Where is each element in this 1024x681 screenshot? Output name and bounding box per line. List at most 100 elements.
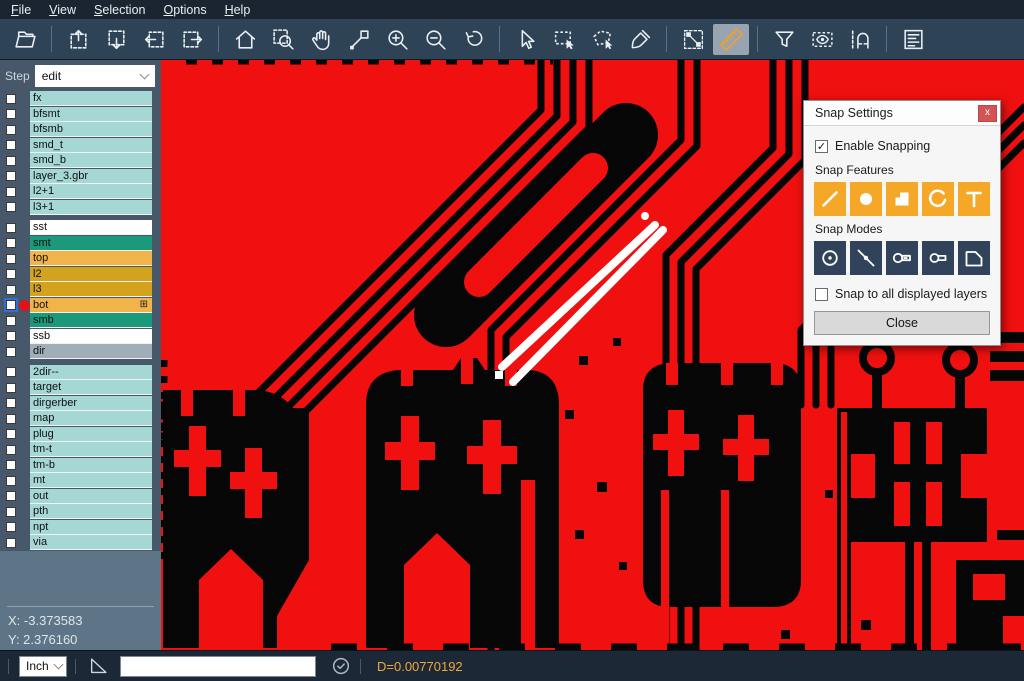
key-slot-filled-icon[interactable] bbox=[886, 241, 918, 275]
layer-name[interactable]: bot bbox=[30, 298, 152, 313]
snap-magnet-icon[interactable] bbox=[842, 24, 878, 55]
arc-icon[interactable] bbox=[922, 182, 954, 216]
clear-highlight-icon[interactable] bbox=[622, 24, 658, 55]
pan-up-icon[interactable] bbox=[60, 24, 96, 55]
enable-snapping-row[interactable]: Enable Snapping bbox=[815, 139, 990, 153]
layer-visibility-checkbox[interactable] bbox=[6, 331, 16, 341]
pad-icon[interactable] bbox=[850, 182, 882, 216]
pan-right-icon[interactable] bbox=[174, 24, 210, 55]
close-icon[interactable]: x bbox=[978, 105, 997, 122]
surface-icon[interactable] bbox=[886, 182, 918, 216]
layer-name[interactable]: smb bbox=[30, 313, 152, 328]
layer-visibility-checkbox[interactable] bbox=[6, 522, 16, 532]
angle-tool-icon[interactable] bbox=[88, 655, 110, 677]
layer-name[interactable]: mt bbox=[30, 473, 152, 488]
menu-item[interactable]: View bbox=[40, 1, 85, 19]
layer-visibility-checkbox[interactable] bbox=[6, 538, 16, 548]
layer-name[interactable]: smd_b bbox=[30, 153, 152, 168]
layer-visibility-checkbox[interactable] bbox=[6, 445, 16, 455]
select-arrow-icon[interactable] bbox=[508, 24, 544, 55]
layer-visibility-checkbox[interactable] bbox=[6, 383, 16, 393]
layer-visibility-checkbox[interactable] bbox=[6, 285, 16, 295]
key-slot-icon[interactable] bbox=[922, 241, 954, 275]
step-select[interactable]: edit bbox=[35, 65, 155, 87]
layer-name[interactable]: bfsmt bbox=[30, 107, 152, 122]
layer-visibility-checkbox[interactable] bbox=[6, 300, 16, 310]
enable-snapping-checkbox[interactable] bbox=[815, 140, 828, 153]
circle-center-icon[interactable] bbox=[814, 241, 846, 275]
layer-name[interactable]: bfsmb bbox=[30, 122, 152, 137]
menu-item[interactable]: File bbox=[2, 1, 40, 19]
layer-name[interactable]: tm-b bbox=[30, 458, 152, 473]
layer-visibility-checkbox[interactable] bbox=[6, 140, 16, 150]
layer-visibility-checkbox[interactable] bbox=[6, 254, 16, 264]
pan-hand-icon[interactable] bbox=[303, 24, 339, 55]
layer-visibility-checkbox[interactable] bbox=[6, 429, 16, 439]
layer-visibility-checkbox[interactable] bbox=[6, 507, 16, 517]
layer-name[interactable]: sst bbox=[30, 220, 152, 235]
layer-visibility-checkbox[interactable] bbox=[6, 156, 16, 166]
home-view-icon[interactable] bbox=[227, 24, 263, 55]
ruler-icon[interactable] bbox=[713, 24, 749, 55]
layer-visibility-checkbox[interactable] bbox=[6, 460, 16, 470]
layer-visibility-checkbox[interactable] bbox=[6, 223, 16, 233]
layer-visibility-checkbox[interactable] bbox=[6, 109, 16, 119]
all-layers-checkbox[interactable] bbox=[815, 288, 828, 301]
layer-name[interactable]: l2 bbox=[30, 267, 152, 282]
polygon-corner-icon[interactable] bbox=[958, 241, 990, 275]
report-panel-icon[interactable] bbox=[895, 24, 931, 55]
pan-left-icon[interactable] bbox=[136, 24, 172, 55]
zoom-out-icon[interactable] bbox=[417, 24, 453, 55]
all-layers-row[interactable]: Snap to all displayed layers bbox=[815, 287, 990, 301]
layer-name[interactable]: ssb bbox=[30, 329, 152, 344]
layer-visibility-checkbox[interactable] bbox=[6, 269, 16, 279]
measure-line-icon[interactable] bbox=[675, 24, 711, 55]
filter-icon[interactable] bbox=[766, 24, 802, 55]
line-point-icon[interactable] bbox=[850, 241, 882, 275]
open-folder-icon[interactable] bbox=[7, 24, 43, 55]
close-button[interactable]: Close bbox=[814, 311, 990, 335]
layer-name[interactable]: smd_t bbox=[30, 138, 152, 153]
layer-name[interactable]: dir bbox=[30, 344, 152, 359]
layer-visibility-checkbox[interactable] bbox=[6, 187, 16, 197]
layer-name[interactable]: out bbox=[30, 489, 152, 504]
select-rect-icon[interactable] bbox=[546, 24, 582, 55]
layer-name[interactable]: map bbox=[30, 411, 152, 426]
menu-item[interactable]: Options bbox=[154, 1, 215, 19]
zoom-in-icon[interactable] bbox=[379, 24, 415, 55]
layer-visibility-checkbox[interactable] bbox=[6, 367, 16, 377]
layer-name[interactable]: dirgerber bbox=[30, 396, 152, 411]
layer-visibility-checkbox[interactable] bbox=[6, 238, 16, 248]
view-options-icon[interactable] bbox=[804, 24, 840, 55]
confirm-icon[interactable] bbox=[330, 655, 352, 677]
menu-item[interactable]: Help bbox=[216, 1, 260, 19]
layer-visibility-checkbox[interactable] bbox=[6, 125, 16, 135]
layer-visibility-checkbox[interactable] bbox=[6, 316, 16, 326]
drag-view-icon[interactable] bbox=[341, 24, 377, 55]
layer-visibility-checkbox[interactable] bbox=[6, 491, 16, 501]
select-poly-icon[interactable] bbox=[584, 24, 620, 55]
layer-name[interactable]: 2dir-- bbox=[30, 365, 152, 380]
layer-name[interactable]: top bbox=[30, 251, 152, 266]
layer-name[interactable]: smt bbox=[30, 236, 152, 251]
layer-name[interactable]: via bbox=[30, 535, 152, 550]
layer-visibility-checkbox[interactable] bbox=[6, 202, 16, 212]
text-icon[interactable] bbox=[958, 182, 990, 216]
zoom-area-icon[interactable] bbox=[265, 24, 301, 55]
layer-visibility-checkbox[interactable] bbox=[6, 347, 16, 357]
menu-item[interactable]: Selection bbox=[85, 1, 154, 19]
layer-visibility-checkbox[interactable] bbox=[6, 476, 16, 486]
layer-visibility-checkbox[interactable] bbox=[6, 171, 16, 181]
layer-name[interactable]: l3+1 bbox=[30, 200, 152, 215]
layer-visibility-checkbox[interactable] bbox=[6, 94, 16, 104]
layer-name[interactable]: layer_3.gbr bbox=[30, 169, 152, 184]
layer-visibility-checkbox[interactable] bbox=[6, 414, 16, 424]
layer-name[interactable]: l2+1 bbox=[30, 184, 152, 199]
unit-select[interactable]: Inch bbox=[19, 656, 67, 677]
layer-name[interactable]: target bbox=[30, 380, 152, 395]
layer-name[interactable]: l3 bbox=[30, 282, 152, 297]
zoom-previous-icon[interactable] bbox=[455, 24, 491, 55]
pan-down-icon[interactable] bbox=[98, 24, 134, 55]
layer-name[interactable]: fx bbox=[30, 91, 152, 106]
line-icon[interactable] bbox=[814, 182, 846, 216]
